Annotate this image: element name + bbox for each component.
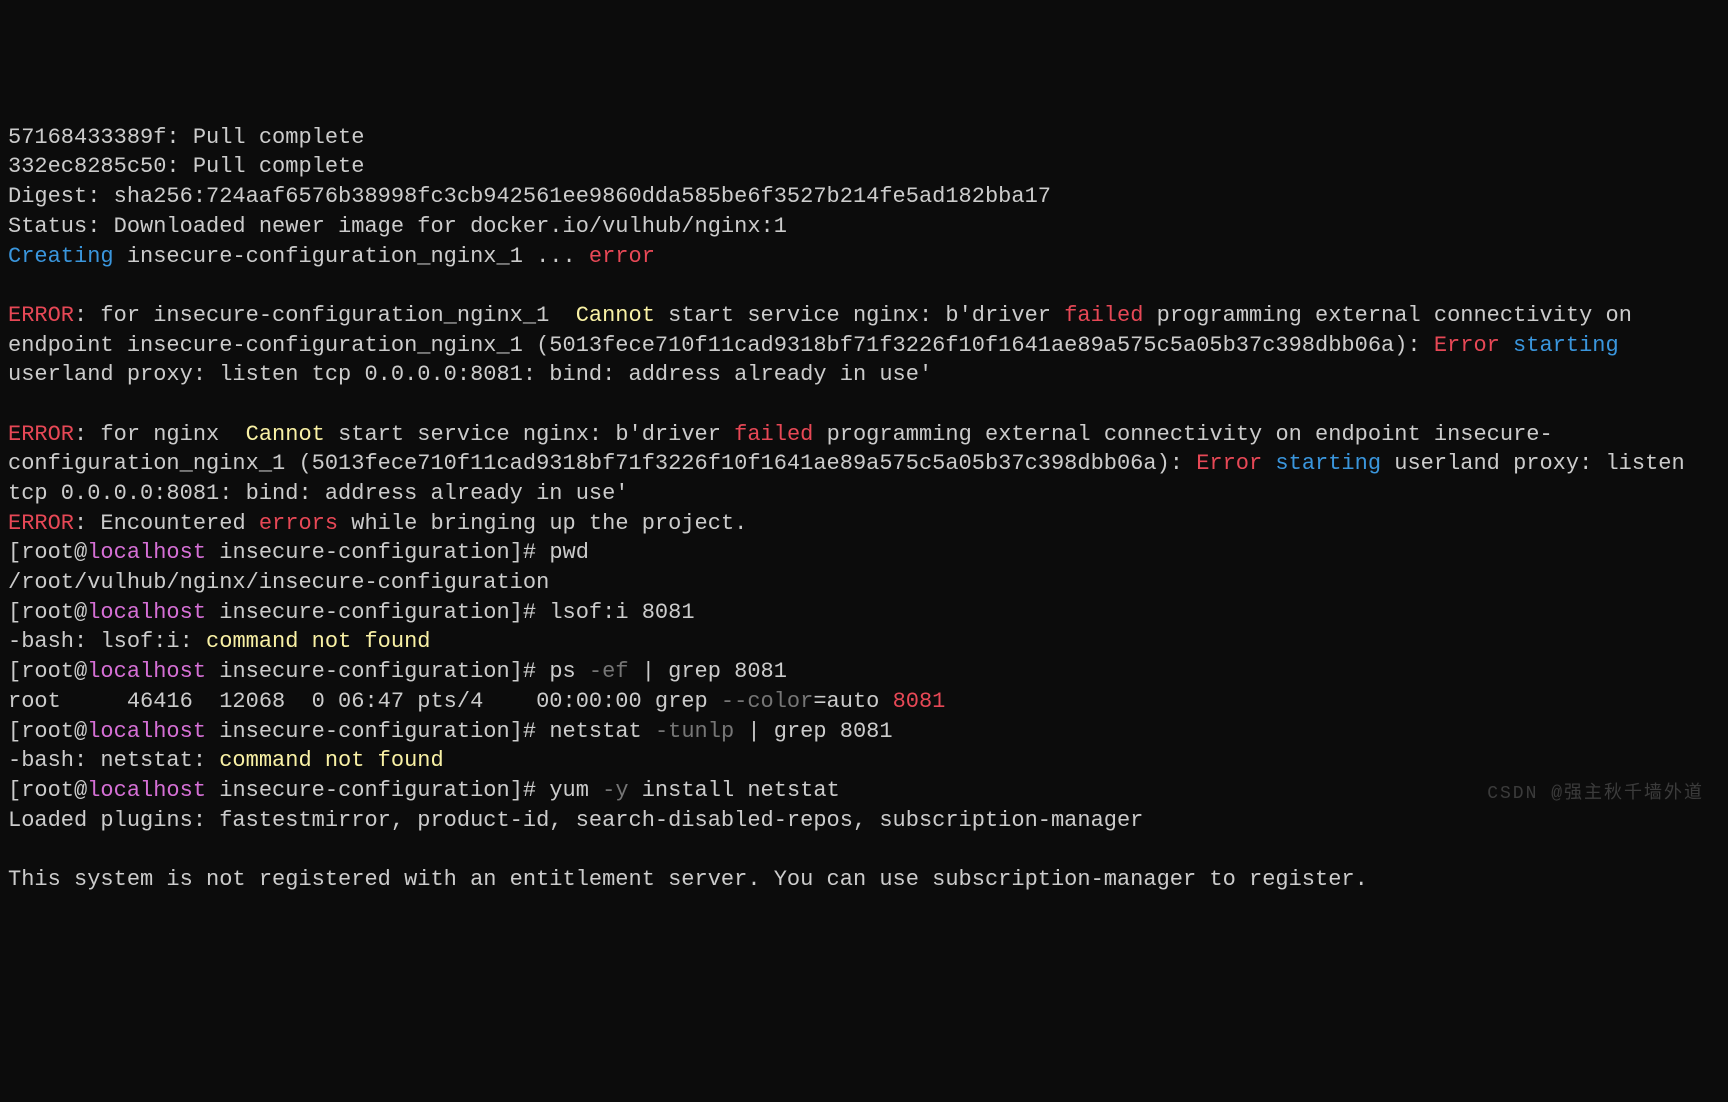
lsof-out-a: -bash: lsof:i: [8, 629, 206, 654]
cmd-ps-flag[interactable]: -ef [589, 659, 629, 684]
ps-out-flag: --color [721, 689, 813, 714]
prompt-dir-3: insecure-configuration]# [206, 659, 549, 684]
error-prefix-2: ERROR [8, 422, 74, 447]
starting-word-1: starting [1500, 333, 1619, 358]
cmd-netstat-flag[interactable]: -tunlp [655, 719, 734, 744]
creating-name: insecure-configuration_nginx_1 ... [114, 244, 589, 269]
prompt-open-5: [root@ [8, 778, 87, 803]
prompt-open-1: [root@ [8, 540, 87, 565]
status-line: Status: Downloaded newer image for docke… [8, 214, 787, 239]
cmd-not-found-2: command not found [219, 748, 443, 773]
err3-text-a: : Encountered [74, 511, 259, 536]
error-prefix-1: ERROR [8, 303, 74, 328]
yum-out-2: This system is not registered with an en… [8, 867, 1368, 892]
error-prefix-3: ERROR [8, 511, 74, 536]
prompt-dir-1: insecure-configuration]# [206, 540, 549, 565]
error-cap-2: Error [1196, 451, 1262, 476]
cmd-not-found-1: command not found [206, 629, 430, 654]
cmd-lsof[interactable]: lsof:i 8081 [549, 600, 694, 625]
err2-text-b: start service nginx: b'driver [325, 422, 734, 447]
cmd-yum-b[interactable]: install netstat [629, 778, 840, 803]
cannot-word-2: Cannot [246, 422, 325, 447]
cmd-ps-b[interactable]: | grep 8081 [629, 659, 787, 684]
cmd-pwd[interactable]: pwd [549, 540, 589, 565]
cmd-netstat-b[interactable]: | grep 8081 [734, 719, 892, 744]
err2-text-a: : for nginx [74, 422, 246, 447]
errors-word: errors [259, 511, 338, 536]
prompt-open-2: [root@ [8, 600, 87, 625]
prompt-dir-2: insecure-configuration]# [206, 600, 549, 625]
err1-text-b: start service nginx: b'driver [655, 303, 1064, 328]
prompt-dir-4: insecure-configuration]# [206, 719, 549, 744]
failed-word-1: failed [1064, 303, 1143, 328]
ps-out-port: 8081 [893, 689, 946, 714]
pwd-output: /root/vulhub/nginx/insecure-configuratio… [8, 570, 549, 595]
netstat-out-a: -bash: netstat: [8, 748, 219, 773]
pull-line-1: 57168433389f: Pull complete [8, 125, 364, 150]
digest-line: Digest: sha256:724aaf6576b38998fc3cb9425… [8, 184, 1051, 209]
host-1: localhost [87, 540, 206, 565]
yum-out-1: Loaded plugins: fastestmirror, product-i… [8, 808, 1143, 833]
starting-word-2: starting [1262, 451, 1381, 476]
prompt-open-4: [root@ [8, 719, 87, 744]
terminal-output: 57168433389f: Pull complete 332ec8285c50… [8, 123, 1720, 895]
creating-label: Creating [8, 244, 114, 269]
ps-out-b: =auto [813, 689, 892, 714]
host-4: localhost [87, 719, 206, 744]
err1-text-a: : for insecure-configuration_nginx_1 [74, 303, 576, 328]
host-5: localhost [87, 778, 206, 803]
prompt-dir-5: insecure-configuration]# [206, 778, 549, 803]
cmd-netstat-a[interactable]: netstat [549, 719, 655, 744]
cmd-ps-a[interactable]: ps [549, 659, 589, 684]
pull-line-2: 332ec8285c50: Pull complete [8, 154, 364, 179]
ps-out-a: root 46416 12068 0 06:47 pts/4 00:00:00 … [8, 689, 721, 714]
host-3: localhost [87, 659, 206, 684]
failed-word-2: failed [734, 422, 813, 447]
host-2: localhost [87, 600, 206, 625]
prompt-open-3: [root@ [8, 659, 87, 684]
error-word: error [589, 244, 655, 269]
err3-text-b: while bringing up the project. [338, 511, 747, 536]
cmd-yum-flag[interactable]: -y [602, 778, 628, 803]
cannot-word: Cannot [576, 303, 655, 328]
error-cap-1: Error [1434, 333, 1500, 358]
cmd-yum-a[interactable]: yum [549, 778, 602, 803]
